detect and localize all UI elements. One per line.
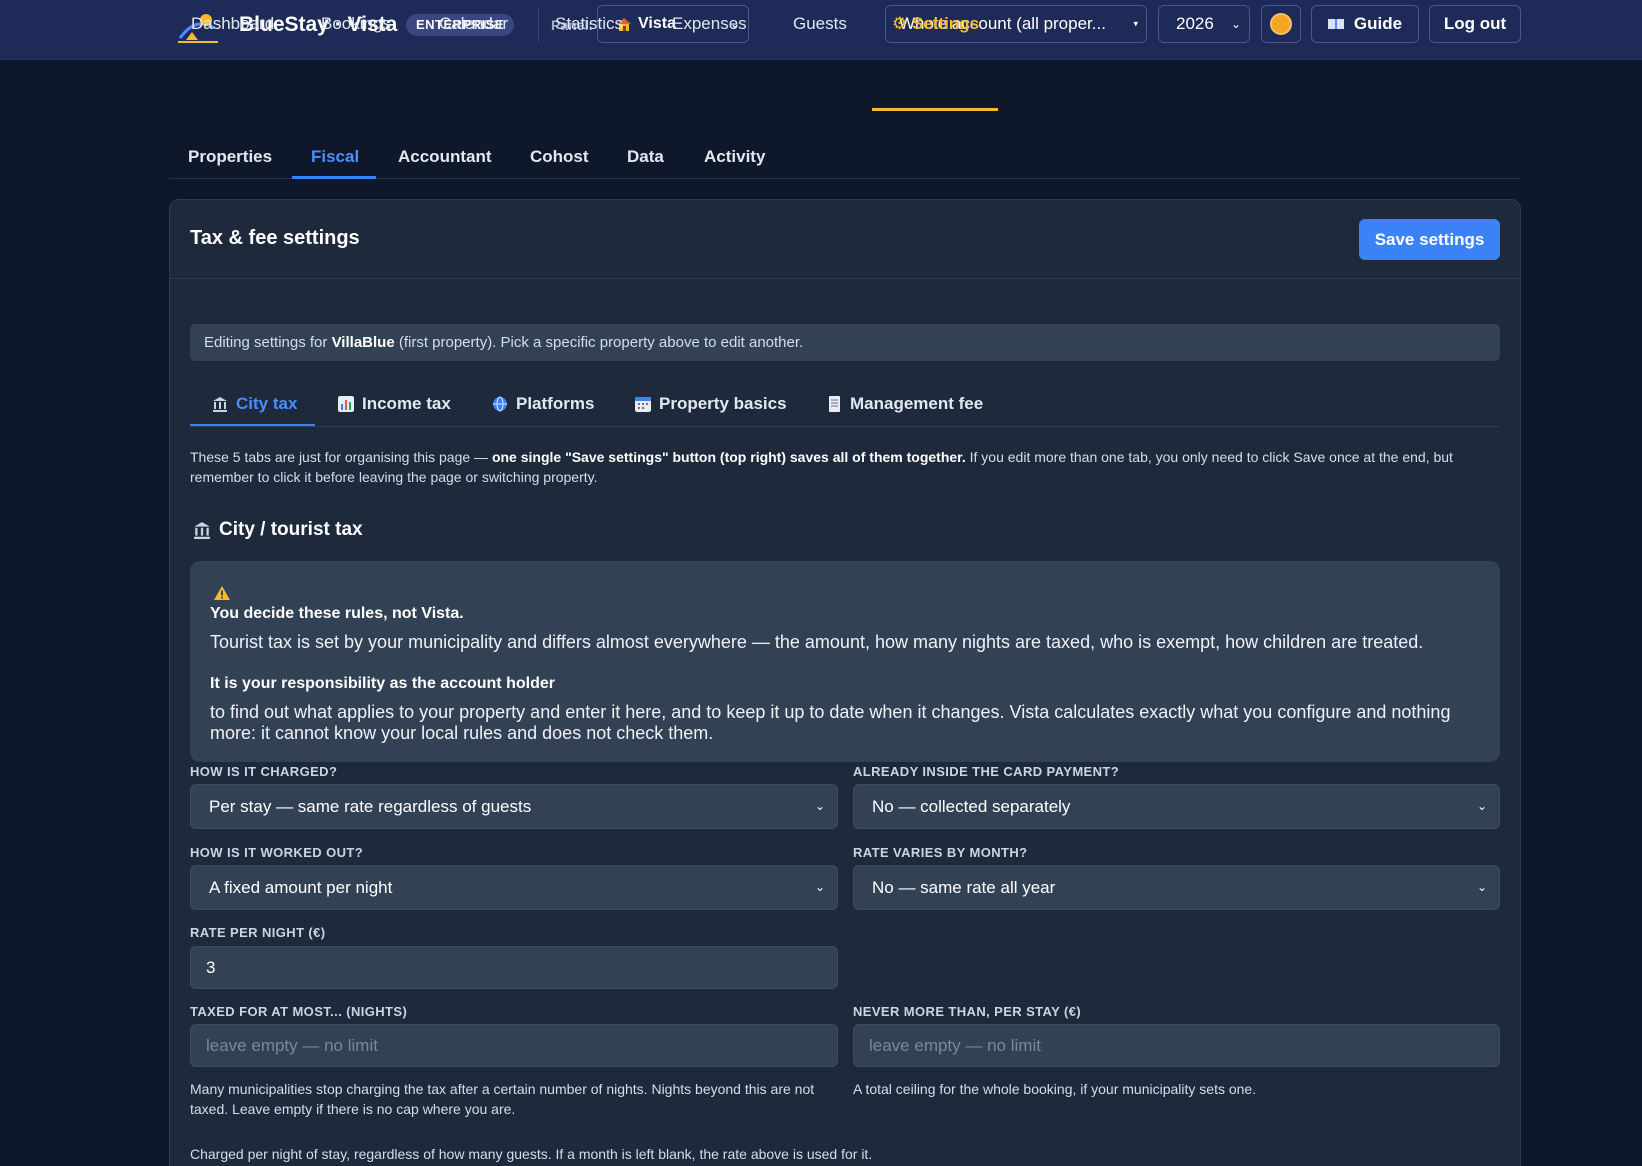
chevron-down-icon: ⌄ [1476,799,1487,813]
subtab-fiscal[interactable]: Fiscal [311,147,359,167]
tab-city-tax-label: City tax [236,394,298,413]
card-payment-select[interactable]: No — collected separately ⌄ [853,784,1500,829]
max-nights-help: Many municipalities stop charging the ta… [190,1081,815,1117]
tab-property-basics-label: Property basics [659,394,787,413]
max-per-stay-input[interactable]: leave empty — no limit [853,1024,1500,1067]
chevron-down-icon: ⌄ [1476,880,1487,894]
month-variation-select[interactable]: No — same rate all year ⌄ [853,865,1500,910]
subtab-activity[interactable]: Activity [704,147,765,167]
tab-management-fee-label: Management fee [850,394,984,413]
tab-income-tax[interactable]: Income tax [338,394,451,414]
sun-icon [1272,15,1290,33]
chart-icon [338,396,354,412]
subtab-properties[interactable]: Properties [188,147,272,167]
nav-dashboard[interactable]: Dashboard [191,14,274,34]
card-header-divider [169,278,1521,279]
guide-button[interactable]: Guide [1311,5,1419,43]
charged-label: HOW IS IT CHARGED? [190,764,338,779]
chevron-down-icon: ⌄ [814,880,825,894]
month-variation-label: RATE VARIES BY MONTH? [853,845,1028,860]
subtab-accountant[interactable]: Accountant [398,147,492,167]
panel-select-value: Vista [638,15,676,32]
main-nav [0,60,1642,112]
section-title: City / tourist tax [193,519,363,541]
chevron-down-icon: ▾ [1133,18,1138,29]
tabs-note-bold: one single "Save settings" button (top r… [491,449,966,465]
tab-income-tax-label: Income tax [362,394,451,413]
logout-button[interactable]: Log out [1429,5,1521,43]
info-suffix: (first property). Pick a specific proper… [394,334,804,351]
bank-icon [213,397,227,412]
subtab-cohost[interactable]: Cohost [530,147,589,167]
card-payment-label: ALREADY INSIDE THE CARD PAYMENT? [853,764,1120,779]
tab-platforms-label: Platforms [516,394,595,413]
worked-out-select[interactable]: A fixed amount per night ⌄ [190,865,838,910]
nav-bookings[interactable]: Bookings [321,14,391,34]
rate-per-night-label: RATE PER NIGHT (€) [190,925,326,940]
worked-out-label: HOW IS IT WORKED OUT? [190,845,364,860]
card-payment-select-value: No — collected separately [872,797,1071,816]
warning-heading-responsibility: It is your responsibility as the account… [210,675,555,692]
nav-guests[interactable]: Guests [793,14,847,34]
subtab-active-indicator [292,176,376,179]
calendar-icon [635,397,651,412]
tab-property-basics[interactable]: Property basics [635,394,787,414]
nav-expenses[interactable]: Expenses [672,14,747,34]
info-property-name: VillaBlue [331,334,395,351]
save-settings-button[interactable]: Save settings [1359,219,1500,260]
max-nights-label: TAXED FOR AT MOST... (NIGHTS) [190,1004,408,1019]
guide-button-label: Guide [1353,14,1403,33]
nav-active-indicator [872,108,998,111]
chevron-down-icon: ⌄ [1230,17,1241,31]
chevron-down-icon: ⌄ [814,799,825,813]
fiscal-tabs-divider [190,426,1500,427]
tabs-explanation: These 5 tabs are just for organising thi… [190,447,1502,487]
warning-text: Tourist tax is set by your municipality … [210,632,1424,652]
globe-icon [493,396,507,412]
editing-info-bar: Editing settings for VillaBlue (first pr… [190,324,1500,361]
header-divider [538,8,539,42]
fiscal-tab-active-indicator [190,424,315,426]
max-nights-input[interactable]: leave empty — no limit [190,1024,838,1067]
warning-icon [214,586,230,600]
rate-per-night-input[interactable]: 3 [190,946,838,989]
theme-toggle-button[interactable] [1261,5,1301,43]
section-title-text: City / tourist tax [219,519,363,540]
year-select[interactable]: 2026 ⌄ [1158,5,1250,43]
nav-settings[interactable]: ⚙ Settings [892,14,979,34]
max-per-stay-help: A total ceiling for the whole booking, i… [853,1081,1257,1097]
receipt-icon [829,396,840,412]
warning-text-responsibility: to find out what applies to your propert… [210,702,1451,743]
worked-out-select-value: A fixed amount per night [209,878,393,897]
info-prefix: Editing settings for [204,334,332,351]
tab-platforms[interactable]: Platforms [492,394,594,414]
nav-calendar[interactable]: Calendar [439,14,508,34]
card-title: Tax & fee settings [190,227,360,249]
year-select-value: 2026 [1176,14,1214,33]
charged-select-value: Per stay — same rate regardless of guest… [209,797,532,816]
rate-footer-note: Charged per night of stay, regardless of… [190,1146,873,1162]
bank-icon [194,522,210,539]
month-variation-select-value: No — same rate all year [872,878,1056,897]
tab-management-fee[interactable]: Management fee [826,394,983,414]
book-icon [1327,19,1344,29]
tab-city-tax[interactable]: City tax [212,394,297,414]
subtab-data[interactable]: Data [627,147,664,167]
nav-statistics[interactable]: Statistics [555,14,623,34]
charged-select[interactable]: Per stay — same rate regardless of guest… [190,784,838,829]
warning-heading: You decide these rules, not Vista. [210,605,464,622]
tabs-note-pre: These 5 tabs are just for organising thi… [190,449,492,465]
max-per-stay-label: NEVER MORE THAN, PER STAY (€) [853,1004,1082,1019]
